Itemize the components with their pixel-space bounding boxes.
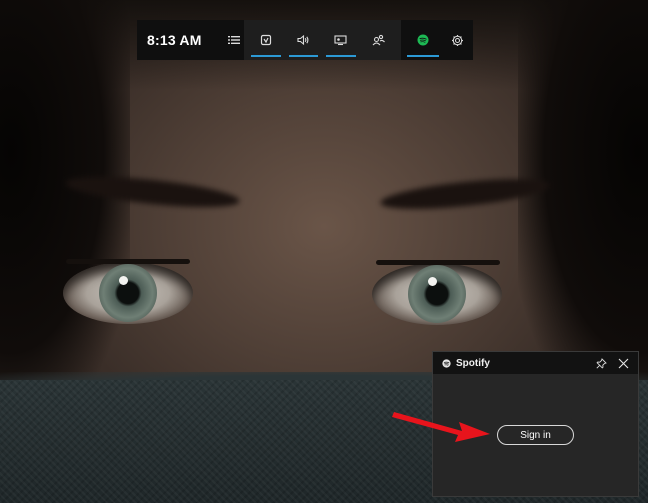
- xbox-social-icon: [372, 34, 385, 46]
- red-arrow-annotation: [392, 412, 490, 442]
- spotify-widget-header[interactable]: Spotify: [433, 352, 638, 374]
- xbox-social-widget-button[interactable]: [362, 20, 395, 60]
- close-button[interactable]: [614, 354, 632, 372]
- widget-menu-button[interactable]: [223, 20, 244, 60]
- performance-widget-button[interactable]: [249, 20, 282, 60]
- pin-button[interactable]: [592, 354, 610, 372]
- spotify-widget-button[interactable]: [405, 20, 441, 60]
- clock-time: 8:13 AM: [147, 32, 202, 48]
- audio-widget-button[interactable]: [287, 20, 320, 60]
- left-eyelash: [66, 259, 190, 264]
- performance-icon: [260, 34, 272, 46]
- left-eye: [63, 262, 193, 324]
- capture-icon: [334, 35, 347, 46]
- hair-left: [0, 0, 130, 410]
- widget-menu-icon: [227, 36, 240, 44]
- hair-right: [518, 0, 648, 410]
- close-icon: [618, 358, 628, 368]
- game-bar-right-section: [400, 20, 473, 60]
- spotify-icon: [417, 34, 429, 46]
- right-eyelash: [376, 260, 500, 265]
- audio-icon: [297, 34, 309, 46]
- right-eye: [372, 263, 502, 325]
- widget-title: Spotify: [456, 357, 490, 369]
- settings-button[interactable]: [443, 20, 473, 60]
- gear-icon: [452, 34, 464, 46]
- game-bar: 8:13 AM: [137, 20, 473, 60]
- spotify-logo-icon: [442, 358, 451, 368]
- pin-icon: [595, 357, 607, 369]
- capture-widget-button[interactable]: [324, 20, 357, 60]
- game-bar-clock-section: 8:13 AM: [137, 20, 224, 60]
- sign-in-button[interactable]: Sign in: [497, 425, 574, 445]
